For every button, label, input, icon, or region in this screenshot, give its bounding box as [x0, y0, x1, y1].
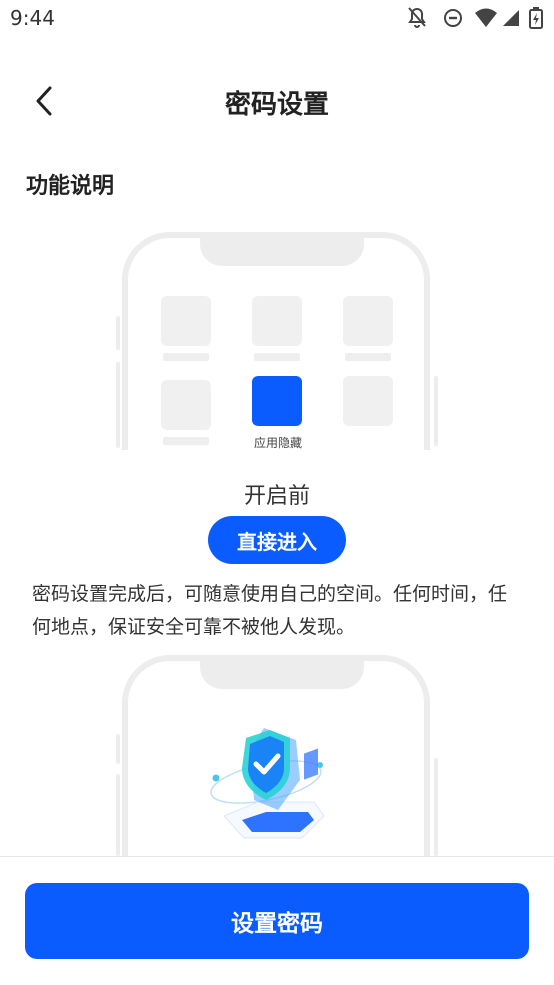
- battery-charging-icon: [529, 7, 543, 29]
- feature-description: 密码设置完成后，可随意使用自己的空间。任何时间，任何地点，保证安全可靠不被他人发…: [32, 583, 508, 638]
- app-label-placeholder: [345, 353, 391, 361]
- hidden-app-label: 应用隐藏: [253, 436, 302, 450]
- cell-signal-icon: [503, 10, 519, 26]
- app-icon-placeholder: [252, 296, 302, 346]
- after-demo-illustration: [0, 640, 554, 856]
- app-icon-placeholder: [161, 296, 211, 346]
- phone-notch: [200, 655, 364, 689]
- before-demo-illustration: [0, 0, 554, 460]
- hidden-app-icon: [252, 376, 302, 426]
- phone-side-button: [116, 362, 120, 448]
- app-icon-placeholder: [161, 380, 211, 430]
- phone-mockup: [122, 232, 430, 450]
- security-shield-icon: [210, 728, 325, 839]
- app-icon-placeholder: [343, 376, 393, 426]
- do-not-disturb-icon: [444, 9, 462, 27]
- direct-enter-button[interactable]: 直接进入: [208, 516, 346, 564]
- app-label-placeholder: [163, 353, 209, 361]
- phone-side-button: [434, 376, 438, 446]
- phone-side-button: [116, 774, 120, 856]
- wifi-icon: [475, 8, 497, 27]
- phone-side-button: [116, 734, 120, 764]
- section-title: 功能说明: [26, 174, 115, 199]
- app-label-placeholder: [163, 437, 209, 445]
- footer-divider: [0, 856, 554, 857]
- phone-side-button: [116, 316, 120, 350]
- before-caption: 开启前: [243, 484, 310, 509]
- page-title: 密码设置: [224, 90, 329, 120]
- phone-notch: [200, 232, 364, 266]
- set-password-button[interactable]: 设置密码: [25, 883, 529, 959]
- status-time: 9:44: [10, 6, 55, 30]
- app-icon-placeholder: [343, 296, 393, 346]
- phone-side-button: [434, 758, 438, 856]
- notifications-off-icon: [408, 7, 426, 28]
- app-label-placeholder: [254, 353, 300, 361]
- phone-mockup: [122, 655, 430, 856]
